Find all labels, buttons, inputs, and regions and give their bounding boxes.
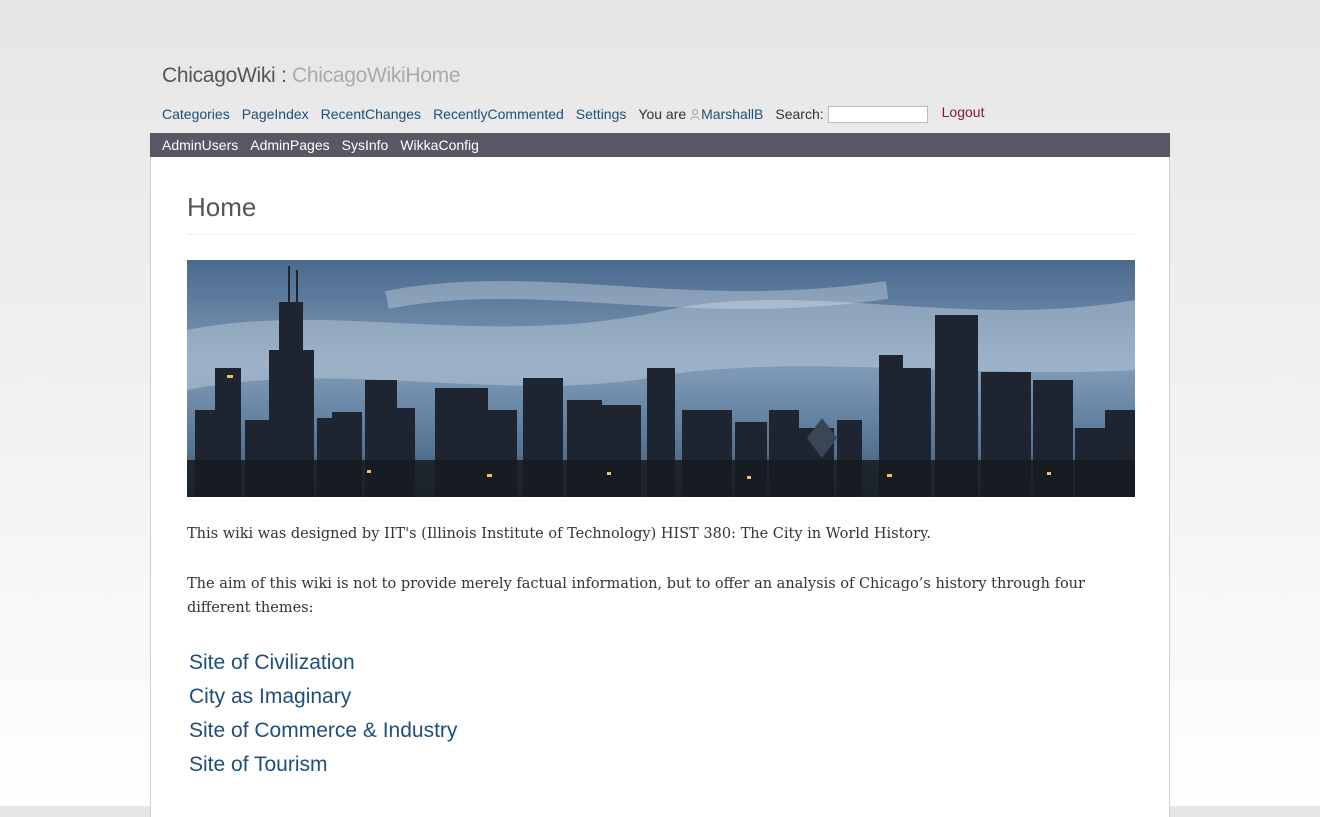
themes-list: Site of Civilization City as Imaginary S… bbox=[189, 646, 457, 782]
nav-recentchanges[interactable]: RecentChanges bbox=[321, 106, 421, 122]
nav-pageindex[interactable]: PageIndex bbox=[242, 106, 309, 122]
nav-settings[interactable]: Settings bbox=[576, 106, 627, 122]
site-name[interactable]: ChicagoWiki bbox=[162, 64, 276, 87]
admin-bar: AdminUsers AdminPages SysInfo WikkaConfi… bbox=[150, 133, 1170, 157]
nav-recentlycommented[interactable]: RecentlyCommented bbox=[433, 106, 564, 122]
theme-link-civilization[interactable]: Site of Civilization bbox=[189, 646, 457, 680]
theme-link-tourism[interactable]: Site of Tourism bbox=[189, 748, 457, 782]
chicago-skyline-banner bbox=[187, 260, 1135, 497]
nav-categories[interactable]: Categories bbox=[162, 106, 230, 122]
admin-users-link[interactable]: AdminUsers bbox=[162, 137, 238, 153]
logout-link[interactable]: Logout bbox=[942, 104, 985, 120]
site-title: ChicagoWiki : ChicagoWikiHome bbox=[162, 64, 461, 88]
search-label: Search: bbox=[775, 106, 824, 122]
search-input[interactable] bbox=[827, 105, 928, 123]
admin-pages-link[interactable]: AdminPages bbox=[250, 137, 329, 153]
main-nav: Categories PageIndex RecentChanges Recen… bbox=[162, 104, 996, 124]
sysinfo-link[interactable]: SysInfo bbox=[342, 137, 389, 153]
user-icon bbox=[690, 108, 700, 120]
aim-paragraph: The aim of this wiki is not to provide m… bbox=[187, 576, 1085, 616]
wikkaconfig-link[interactable]: WikkaConfig bbox=[400, 137, 479, 153]
intro-paragraph: This wiki was designed by IIT's (Illinoi… bbox=[187, 526, 931, 542]
title-separator: : bbox=[275, 64, 293, 87]
you-are-label: You are bbox=[638, 106, 687, 122]
theme-link-commerce[interactable]: Site of Commerce & Industry bbox=[189, 714, 457, 748]
page-name-link[interactable]: ChicagoWikiHome bbox=[292, 64, 461, 87]
page-title: Home bbox=[187, 192, 257, 222]
theme-link-imaginary[interactable]: City as Imaginary bbox=[189, 680, 457, 714]
content-panel: Home This wiki was designed by IIT's (Il… bbox=[150, 157, 1170, 817]
user-link[interactable]: MarshallB bbox=[701, 106, 763, 122]
skyline-image bbox=[187, 260, 1135, 497]
site-header: ChicagoWiki : ChicagoWikiHome bbox=[162, 64, 461, 88]
title-divider bbox=[187, 234, 1134, 235]
